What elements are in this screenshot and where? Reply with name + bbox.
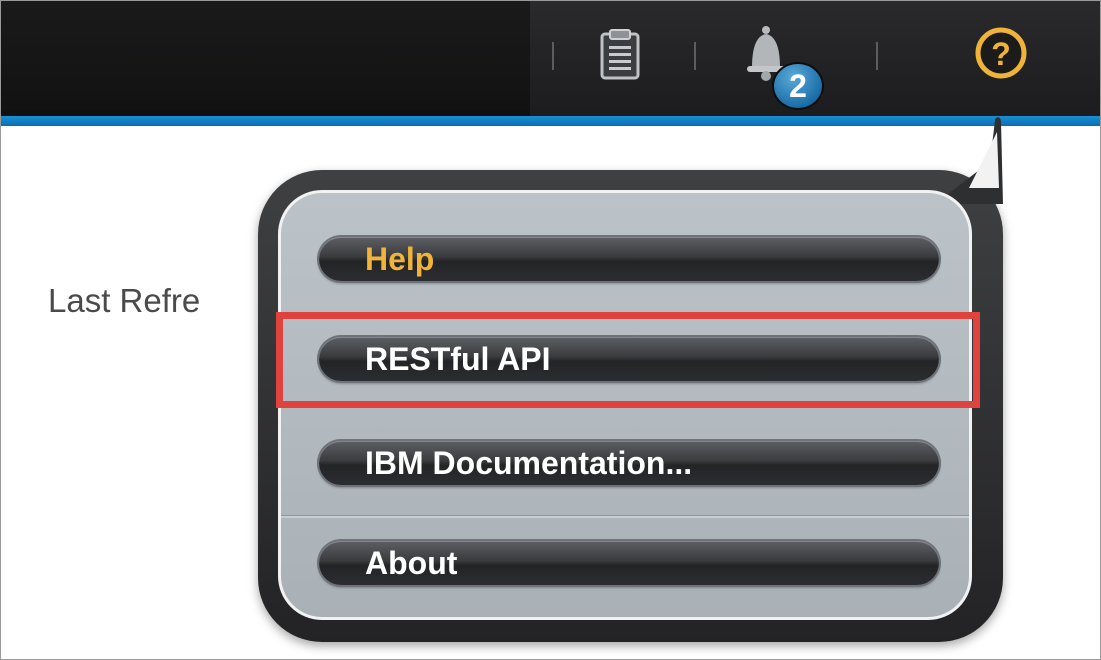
clipboard-icon[interactable]: [598, 28, 642, 80]
menu-item-about[interactable]: About: [319, 541, 939, 585]
menu-item-restful-api[interactable]: RESTful API: [319, 337, 939, 381]
help-icon[interactable]: ?: [972, 24, 1030, 82]
menu-item-help[interactable]: Help: [319, 237, 939, 281]
top-bar-left: [0, 0, 530, 110]
menu-item-label: Help: [365, 241, 435, 277]
toolbar-separator: [694, 42, 696, 70]
menu-item-label: About: [365, 545, 458, 581]
svg-text:?: ?: [991, 36, 1011, 72]
popover-tail: [935, 117, 1003, 204]
help-menu: Help RESTful API IBM Documentation... Ab…: [278, 190, 972, 620]
menu-item-label: IBM Documentation...: [365, 445, 693, 481]
menu-divider: [281, 515, 969, 518]
toolbar-separator: [876, 42, 878, 70]
last-refresh-label: Last Refre: [48, 282, 201, 319]
toolbar-separator: [552, 42, 554, 70]
menu-item-label: RESTful API: [365, 341, 551, 377]
notification-badge: 2: [772, 62, 824, 110]
menu-item-ibm-documentation[interactable]: IBM Documentation...: [319, 441, 939, 485]
